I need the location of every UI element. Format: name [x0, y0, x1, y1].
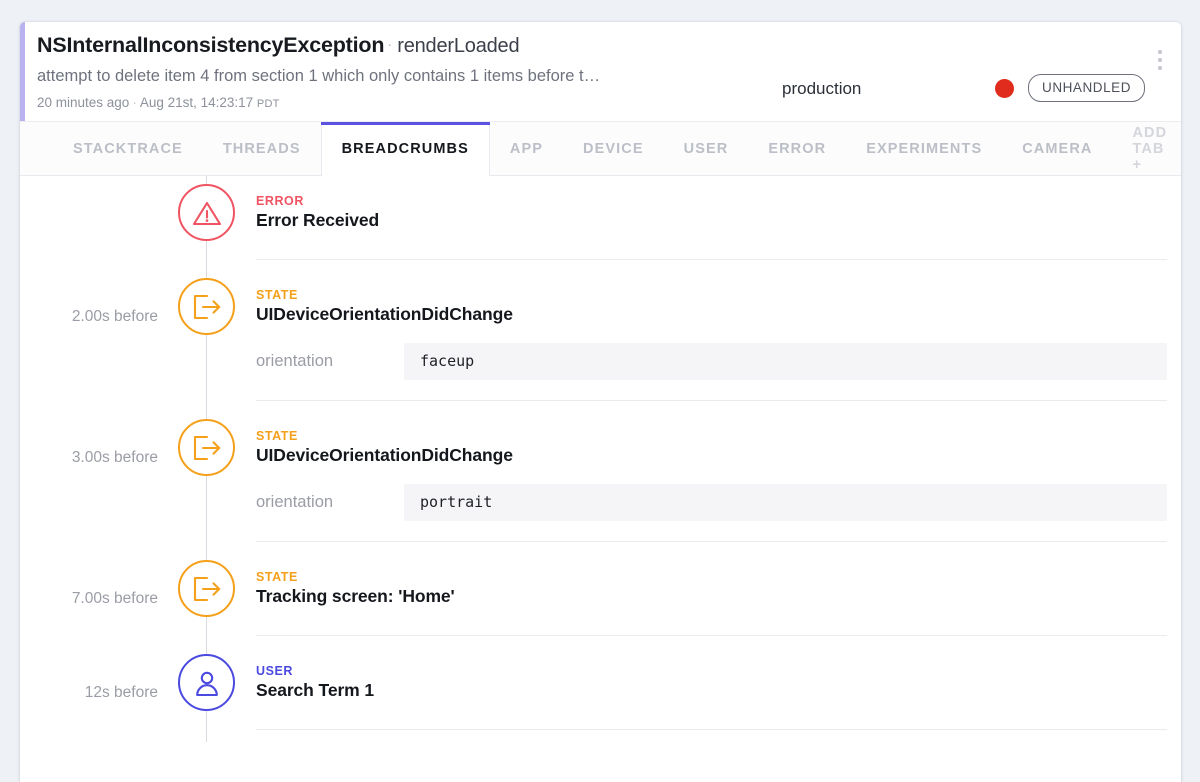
- severity-group: UNHANDLED: [995, 74, 1145, 102]
- severity-accent-bar: [20, 22, 25, 121]
- error-detail-card: NSInternalInconsistencyException · renderL…: [20, 22, 1181, 782]
- error-message: attempt to delete item 4 from section 1 …: [37, 67, 601, 85]
- detail-value: portrait: [404, 484, 1167, 521]
- error-context: renderLoaded: [397, 35, 520, 57]
- breadcrumb-name: Search Term 1: [256, 680, 375, 700]
- detail-key: orientation: [256, 493, 334, 511]
- breadcrumb-time: 12s before: [84, 684, 158, 701]
- breadcrumb-name: Error Received: [256, 210, 380, 230]
- kebab-menu-icon[interactable]: [1154, 46, 1166, 74]
- exception-class: NSInternalInconsistencyException: [37, 33, 385, 57]
- tab-camera[interactable]: CAMERA: [1002, 122, 1112, 175]
- breadcrumb-time: 2.00s before: [71, 308, 158, 325]
- breadcrumb-name: Tracking screen: 'Home': [256, 586, 455, 606]
- breadcrumb-kind: STATE: [256, 570, 298, 584]
- breadcrumb-kind: ERROR: [256, 194, 304, 208]
- title-separator: ·: [387, 36, 393, 53]
- breadcrumb-name: UIDeviceOrientationDidChange: [256, 445, 513, 465]
- breadcrumb-kind: USER: [256, 664, 293, 678]
- breadcrumb-row[interactable]: 7.00s before STATE Tracking screen: 'Home': [20, 542, 1181, 635]
- breadcrumb-body: USER Search Term 1: [256, 664, 1181, 701]
- breadcrumb-kind: STATE: [256, 429, 298, 443]
- relative-time: 20 minutes ago: [37, 95, 130, 110]
- breadcrumb-body: STATE Tracking screen: 'Home': [256, 570, 1181, 607]
- tab-threads[interactable]: THREADS: [203, 122, 321, 175]
- user-person-icon: [178, 654, 235, 711]
- breadcrumb-row[interactable]: 2.00s before STATE UIDeviceOrientationDidC…: [20, 260, 1181, 400]
- tab-experiments[interactable]: EXPERIMENTS: [846, 122, 1002, 175]
- tab-bar: STACKTRACE THREADS BREADCRUMBS APP DEVICE USE…: [20, 122, 1181, 176]
- tab-device[interactable]: DEVICE: [563, 122, 664, 175]
- severity-dot-icon: [995, 78, 1015, 98]
- error-timestamps: 20 minutes ago · Aug 21st, 14:23:17 PDT: [37, 95, 280, 110]
- sign-out-arrow-icon: [178, 560, 235, 617]
- breadcrumb-body: STATE UIDeviceOrientationDidChange orienta…: [256, 288, 1181, 380]
- error-title: NSInternalInconsistencyException · renderL…: [37, 33, 520, 58]
- tab-breadcrumbs[interactable]: BREADCRUMBS: [320, 122, 491, 176]
- breadcrumb-row-partial[interactable]: [20, 730, 1181, 742]
- breadcrumb-time: 3.00s before: [71, 449, 158, 466]
- timezone-label: PDT: [256, 98, 280, 110]
- breadcrumb-detail-row: orientation faceup: [256, 343, 1167, 380]
- tab-error[interactable]: ERROR: [748, 122, 846, 175]
- sign-out-arrow-icon: [178, 278, 235, 335]
- absolute-time: Aug 21st, 14:23:17: [139, 95, 254, 110]
- tab-app[interactable]: APP: [490, 122, 563, 175]
- add-tab-button[interactable]: ADD TAB +: [1112, 122, 1181, 175]
- breadcrumb-name: UIDeviceOrientationDidChange: [256, 304, 513, 324]
- breadcrumb-row[interactable]: 12s before USER Search Term 1: [20, 636, 1181, 729]
- detail-value: faceup: [404, 343, 1167, 380]
- tab-stacktrace[interactable]: STACKTRACE: [53, 122, 203, 175]
- breadcrumb-time: 7.00s before: [71, 590, 158, 607]
- breadcrumb-body: STATE UIDeviceOrientationDidChange orienta…: [256, 429, 1181, 521]
- breadcrumb-body: ERROR Error Received: [256, 194, 1181, 231]
- warning-triangle-icon: [178, 184, 235, 241]
- breadcrumb-detail-row: orientation portrait: [256, 484, 1167, 521]
- sign-out-arrow-icon: [178, 419, 235, 476]
- status-badge[interactable]: UNHANDLED: [1028, 74, 1145, 102]
- meta-separator: ·: [132, 95, 137, 110]
- breadcrumbs-panel: ERROR Error Received 2.00s before STATE UIDe…: [20, 176, 1181, 742]
- error-header: NSInternalInconsistencyException · renderL…: [20, 22, 1181, 122]
- tab-user[interactable]: USER: [664, 122, 749, 175]
- environment-label: production: [782, 79, 862, 98]
- breadcrumb-row[interactable]: ERROR Error Received: [20, 176, 1181, 259]
- breadcrumb-list: ERROR Error Received 2.00s before STATE UIDe…: [20, 176, 1181, 742]
- breadcrumb-row[interactable]: 3.00s before STATE UIDeviceOrientationDidC…: [20, 401, 1181, 541]
- detail-key: orientation: [256, 352, 334, 370]
- breadcrumb-kind: STATE: [256, 288, 298, 302]
